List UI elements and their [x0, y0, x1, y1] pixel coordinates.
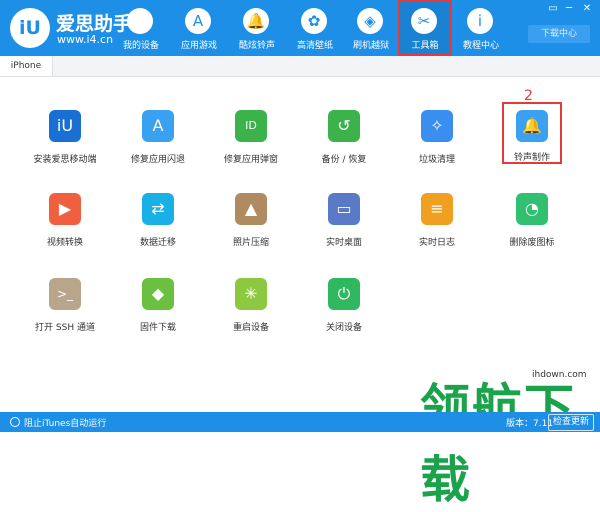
- tool-fix-app-popup[interactable]: ID 修复应用弹窗: [211, 110, 291, 180]
- tool-label: 垃圾清理: [418, 155, 455, 165]
- tool-label: 修复应用弹窗: [223, 155, 278, 165]
- tool-open-ssh[interactable]: >_ 打开 SSH 通道: [25, 278, 105, 348]
- tool-live-log[interactable]: ≡ 实时日志: [397, 193, 477, 263]
- restore-button[interactable]: ▭: [546, 3, 560, 15]
- nav-flash-jailbreak[interactable]: ◈ 刷机越狱: [344, 0, 398, 56]
- nav-label: 教程中心: [462, 41, 499, 51]
- pie-icon: ◔: [516, 193, 548, 225]
- tool-ringtone-maker[interactable]: 🔔 铃声制作: [502, 102, 562, 164]
- tool-shutdown-device[interactable]: ⏻ 关闭设备: [304, 278, 384, 348]
- nav-label: 刷机越狱: [352, 41, 389, 51]
- nav-ringtones[interactable]: 🔔 酷炫铃声: [230, 0, 284, 56]
- version-label: 版本：7.11: [506, 419, 554, 429]
- brand-url: www.i4.cn: [57, 33, 114, 46]
- appstore-repair-icon: A: [142, 110, 174, 142]
- tools-icon: ✂: [411, 8, 437, 34]
- tool-firmware-download[interactable]: ◆ 固件下载: [118, 278, 198, 348]
- tool-video-convert[interactable]: ▶ 视频转换: [25, 193, 105, 263]
- top-bar: iU 爱思助手 www.i4.cn 我的设备 A 应用游戏 🔔 酷炫铃声 ✿ 高…: [0, 0, 600, 56]
- tool-label: 铃声制作: [513, 153, 550, 163]
- close-button[interactable]: ✕: [580, 3, 594, 15]
- i4-icon: iU: [49, 110, 81, 142]
- nav-label: 高清壁纸: [296, 41, 333, 51]
- tool-label: 重启设备: [232, 323, 269, 333]
- tool-live-desktop[interactable]: ▭ 实时桌面: [304, 193, 384, 263]
- tool-label: 数据迁移: [139, 238, 176, 248]
- backup-icon: ↺: [328, 110, 360, 142]
- tool-junk-clean[interactable]: ✧ 垃圾清理: [397, 110, 477, 180]
- tool-label: 安装爱思移动端: [33, 155, 97, 165]
- nav-apps-games[interactable]: A 应用游戏: [172, 0, 226, 56]
- tab-iphone[interactable]: iPhone: [0, 56, 53, 76]
- tool-label: 实时日志: [418, 238, 455, 248]
- tool-install-i4-mobile[interactable]: iU 安装爱思移动端: [25, 110, 105, 180]
- migrate-icon: ⇄: [142, 193, 174, 225]
- device-tab-bar: iPhone: [0, 56, 600, 77]
- tool-label: 修复应用闪退: [130, 155, 185, 165]
- nav-label: 应用游戏: [180, 41, 217, 51]
- monitor-icon: ▭: [328, 193, 360, 225]
- box-icon: ◈: [357, 8, 383, 34]
- broom-icon: ✧: [421, 110, 453, 142]
- tool-label: 删除废图标: [509, 238, 555, 248]
- appstore-icon: A: [185, 8, 211, 34]
- power-icon: ⏻: [328, 278, 360, 310]
- tool-delete-dead-icons[interactable]: ◔ 删除废图标: [492, 193, 572, 263]
- tool-label: 固件下载: [139, 323, 176, 333]
- nav-label: 工具箱: [411, 41, 439, 51]
- tool-data-migrate[interactable]: ⇄ 数据迁移: [118, 193, 198, 263]
- block-itunes-autorun-toggle[interactable]: 阻止iTunes自动运行: [24, 416, 106, 429]
- tool-label: 照片压缩: [232, 238, 269, 248]
- tool-label: 关闭设备: [325, 323, 362, 333]
- bell-plus-icon: 🔔: [516, 110, 548, 142]
- status-bar: 阻止iTunes自动运行 版本：7.11 检查更新: [0, 412, 600, 432]
- nav-wallpapers[interactable]: ✿ 高清壁纸: [288, 0, 342, 56]
- tool-fix-app-crash[interactable]: A 修复应用闪退: [118, 110, 198, 180]
- flower-icon: ✿: [301, 8, 327, 34]
- bell-icon: 🔔: [243, 8, 269, 34]
- apple-icon: [127, 8, 153, 34]
- tool-label: 实时桌面: [325, 238, 362, 248]
- download-center-button[interactable]: 下载中心: [528, 25, 590, 43]
- info-icon: i: [467, 8, 493, 34]
- log-icon: ≡: [421, 193, 453, 225]
- tool-label: 视频转换: [46, 238, 83, 248]
- watermark-url: ihdown.com: [532, 370, 587, 380]
- annotation-marker-2: 2: [524, 88, 533, 104]
- itunes-toggle-icon[interactable]: [10, 417, 20, 427]
- video-icon: ▶: [49, 193, 81, 225]
- nav-label: 酷炫铃声: [238, 41, 275, 51]
- tool-label: 备份 / 恢复: [321, 155, 367, 165]
- tool-backup-restore[interactable]: ↺ 备份 / 恢复: [304, 110, 384, 180]
- tool-label: 打开 SSH 通道: [35, 323, 95, 333]
- nav-tutorials[interactable]: i 教程中心: [454, 0, 508, 56]
- nav-toolbox[interactable]: ✂ 工具箱: [398, 0, 452, 56]
- app-logo: iU: [10, 8, 50, 48]
- restart-icon: ✳: [235, 278, 267, 310]
- minimize-button[interactable]: ─: [562, 3, 576, 15]
- check-update-button[interactable]: 检查更新: [548, 414, 594, 431]
- tool-restart-device[interactable]: ✳ 重启设备: [211, 278, 291, 348]
- tool-photo-compress[interactable]: ▲ 照片压缩: [211, 193, 291, 263]
- appleid-icon: ID: [235, 110, 267, 142]
- watermark-logo: 领航下载: [420, 379, 576, 509]
- photo-icon: ▲: [235, 193, 267, 225]
- nav-my-device[interactable]: 我的设备: [114, 0, 168, 56]
- cube-icon: ◆: [142, 278, 174, 310]
- terminal-icon: >_: [49, 278, 81, 310]
- nav-label: 我的设备: [122, 41, 159, 51]
